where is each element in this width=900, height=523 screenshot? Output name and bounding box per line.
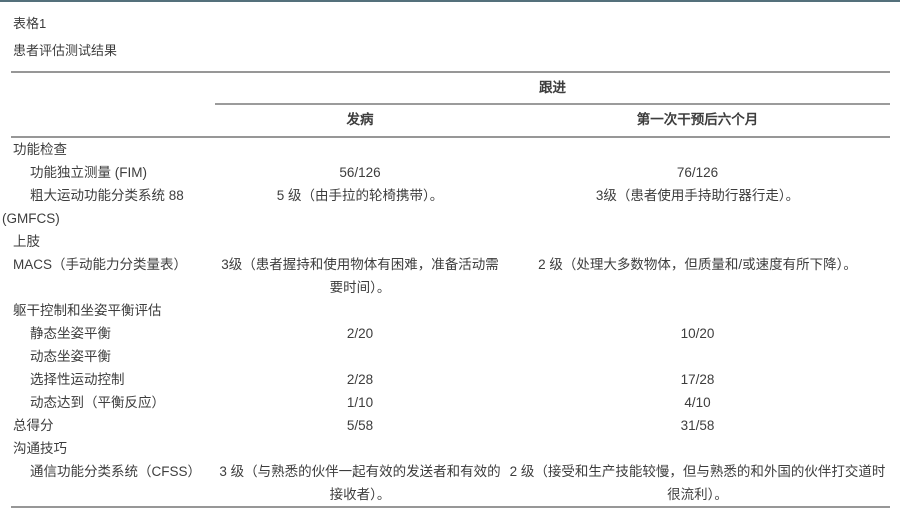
cell-six-months: 17/28 <box>680 372 715 387</box>
table-row: 上肢 <box>2 230 890 253</box>
row-label: 选择性运动控制 <box>30 372 125 387</box>
cell-onset: 5/58 <box>346 418 374 433</box>
cell-six-months: 76/126 <box>676 165 719 180</box>
table-row: MACS（手动能力分类量表） 3级（患者握持和使用物体有困难，准备活动需要时间）… <box>2 253 890 299</box>
row-label: 功能检查 <box>13 142 67 157</box>
table-row: 总得分 5/58 31/58 <box>2 414 890 437</box>
cell-onset: 3 级（与熟悉的伙伴一起有效的发送者和有效的接收者）。 <box>219 464 501 502</box>
table-row: 通信功能分类系统（CFSS） 3 级（与熟悉的伙伴一起有效的发送者和有效的接收者… <box>2 460 890 506</box>
cell-onset: 1/10 <box>346 395 374 410</box>
header-spacer <box>2 73 215 105</box>
row-label: 上肢 <box>13 234 40 249</box>
column-header-six-months: 第一次干预后六个月 <box>636 112 759 127</box>
cell-six-months: 31/58 <box>680 418 715 433</box>
table-row: 功能独立测量 (FIM) 56/126 76/126 <box>2 161 890 184</box>
row-label: 动态达到（平衡反应） <box>30 395 165 410</box>
table-content: 表格1 患者评估测试结果 跟进 发病 第一次干预后六个月 功能检查 功能独立测量… <box>2 2 890 508</box>
cell-six-months: 2 级（处理大多数物体，但质量和/或速度有所下降）。 <box>538 257 857 272</box>
cell-onset: 3级（患者握持和使用物体有困难，准备活动需要时间）。 <box>221 257 499 295</box>
row-label: 功能独立测量 (FIM) <box>30 165 147 180</box>
table-row: 静态坐姿平衡 2/20 10/20 <box>2 322 890 345</box>
header-group-row: 跟进 <box>2 73 890 105</box>
row-label: 总得分 <box>13 418 54 433</box>
table-row: 功能检查 <box>2 138 890 161</box>
rule-bottom <box>11 506 890 508</box>
row-label: MACS（手动能力分类量表） <box>13 257 188 272</box>
row-label: 通信功能分类系统（CFSS） <box>30 464 202 479</box>
row-label: 粗大运动功能分类系统 88 (GMFCS) <box>2 188 184 226</box>
column-header-row: 发病 第一次干预后六个月 <box>2 105 890 136</box>
table-number: 表格1 <box>13 16 47 31</box>
cell-onset: 2/20 <box>346 326 374 341</box>
row-label: 静态坐姿平衡 <box>30 326 111 341</box>
followup-span-header: 跟进 <box>215 73 890 105</box>
cell-six-months: 2 级（接受和生产技能较慢，但与熟悉的和外国的伙伴打交道时很流利）。 <box>509 464 886 502</box>
table-row: 沟通技巧 <box>2 437 890 460</box>
row-label: 躯干控制和坐姿平衡评估 <box>13 303 162 318</box>
cell-onset: 56/126 <box>339 165 381 180</box>
table-caption: 患者评估测试结果 <box>13 43 118 58</box>
row-label: 动态坐姿平衡 <box>30 349 111 364</box>
header-label-spacer <box>2 105 215 136</box>
cell-onset: 2/28 <box>346 372 374 387</box>
table-row: 选择性运动控制 2/28 17/28 <box>2 368 890 391</box>
column-header-onset: 发病 <box>346 112 374 127</box>
paper-table-page: 表格1 患者评估测试结果 跟进 发病 第一次干预后六个月 功能检查 功能独立测量… <box>0 0 900 523</box>
table-body: 功能检查 功能独立测量 (FIM) 56/126 76/126 粗大运动功能分类… <box>2 138 890 506</box>
table-row: 躯干控制和坐姿平衡评估 <box>2 299 890 322</box>
cell-six-months: 4/10 <box>684 395 711 410</box>
cell-six-months: 10/20 <box>680 326 715 341</box>
cell-six-months: 3级（患者使用手持助行器行走）。 <box>595 188 800 203</box>
table-row: 粗大运动功能分类系统 88 (GMFCS) 5 级（由手拉的轮椅携带）。 3级（… <box>2 184 890 230</box>
table-row: 动态达到（平衡反应） 1/10 4/10 <box>2 391 890 414</box>
cell-onset: 5 级（由手拉的轮椅携带）。 <box>276 188 444 203</box>
table-row: 动态坐姿平衡 <box>2 345 890 368</box>
row-label: 沟通技巧 <box>13 441 67 456</box>
